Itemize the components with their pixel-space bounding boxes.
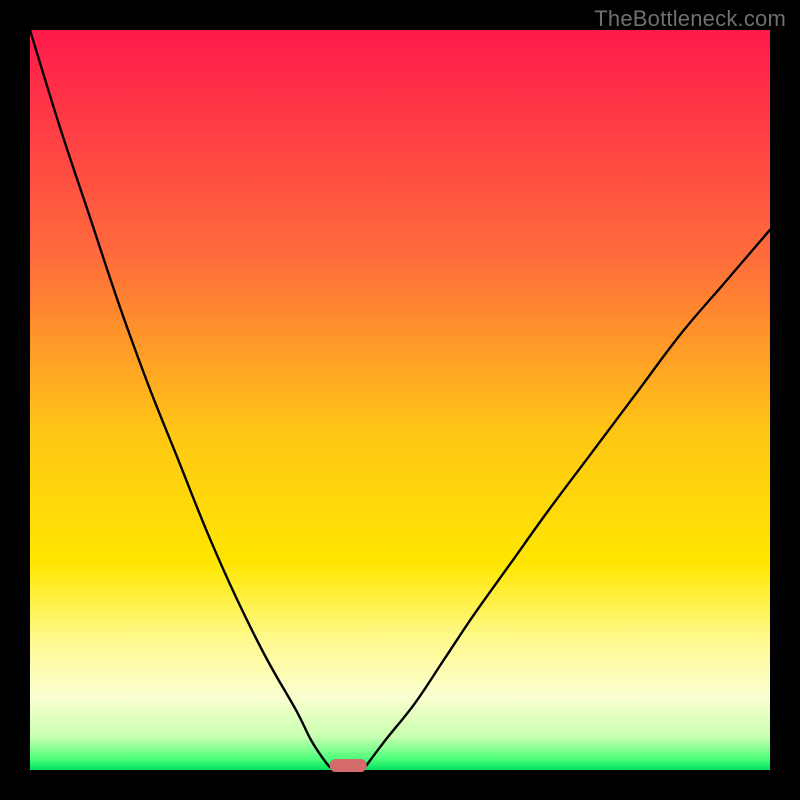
plot-background bbox=[30, 30, 770, 770]
chart-stage: TheBottleneck.com bbox=[0, 0, 800, 800]
bottleneck-chart bbox=[0, 0, 800, 800]
bottleneck-marker bbox=[330, 759, 367, 772]
watermark-text: TheBottleneck.com bbox=[594, 6, 786, 32]
